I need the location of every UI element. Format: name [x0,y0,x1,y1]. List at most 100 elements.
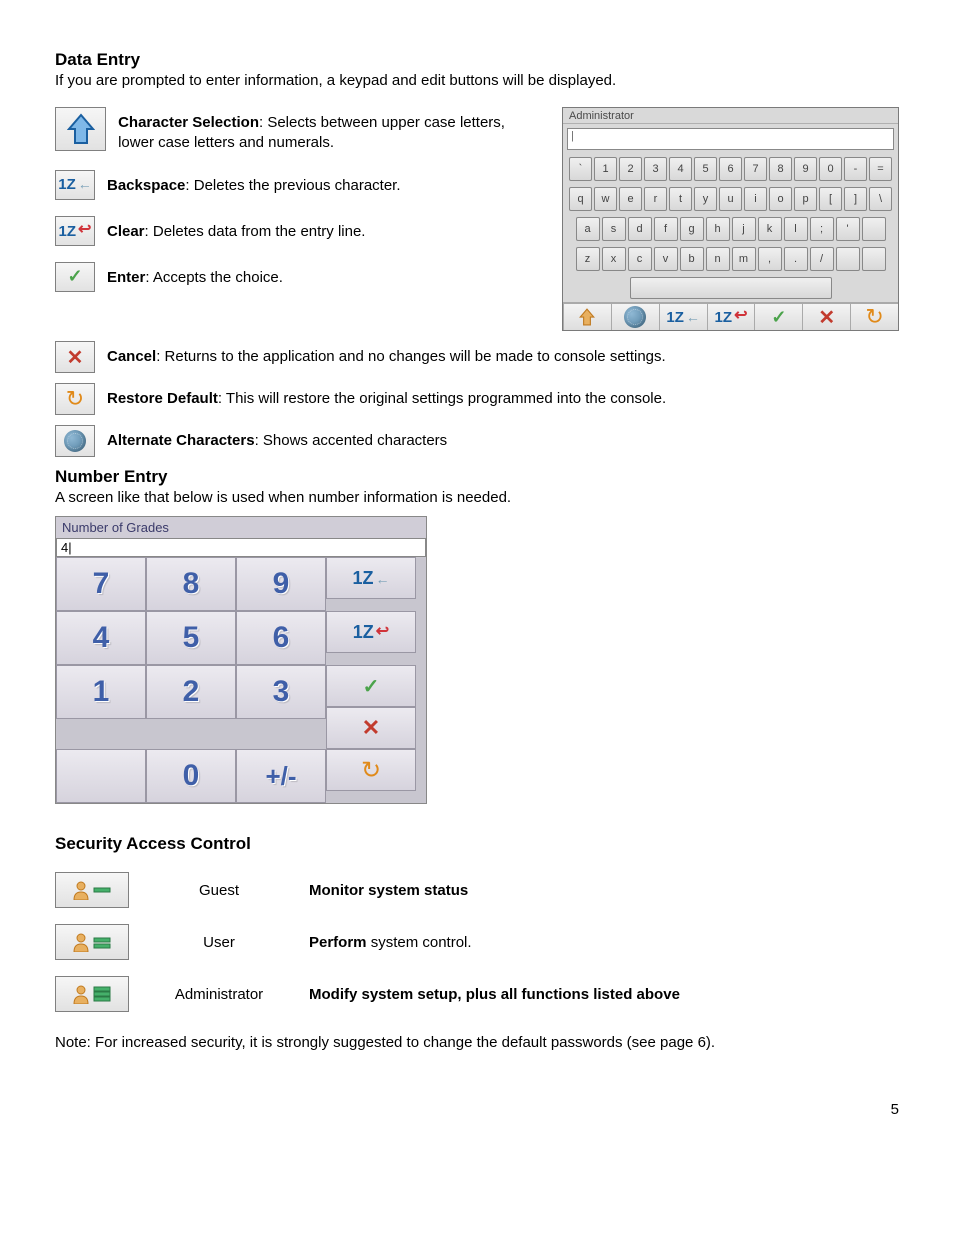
globe-icon [624,306,646,328]
kb-globe-button[interactable] [611,303,659,330]
keyboard-key[interactable]: h [706,217,730,241]
kb-shift-button[interactable] [563,303,611,330]
keyboard-key[interactable]: z [576,247,600,271]
numpad-key-7[interactable]: 7 [56,557,146,611]
kb-restore-button[interactable]: ↻ [850,303,898,330]
numpad-key-5[interactable]: 5 [146,611,236,665]
security-note: Note: For increased security, it is stro… [55,1034,899,1051]
numpad-title: Number of Grades [56,517,426,538]
restore-icon: ↻ [865,304,883,330]
alt-chars-button[interactable] [55,425,95,457]
keyboard-key[interactable] [836,247,860,271]
kb-clear-button[interactable]: 1Z [707,303,755,330]
clear-icon: 1Z [353,622,389,643]
spacebar-key[interactable] [630,277,832,299]
keyboard-key[interactable]: ; [810,217,834,241]
keyboard-key[interactable]: 1 [594,157,617,181]
keyboard-key[interactable]: x [602,247,626,271]
clear-icon: 1Z [59,221,92,241]
numpad-key-1[interactable]: 1 [56,665,146,719]
keyboard-key[interactable]: 7 [744,157,767,181]
keyboard-key[interactable]: f [654,217,678,241]
x-icon: ✕ [67,345,84,370]
numpad-input[interactable]: 4| [56,538,426,557]
numpad-clear[interactable]: 1Z [326,611,416,653]
keyboard-key[interactable]: y [694,187,717,211]
keyboard-key[interactable]: / [810,247,834,271]
restore-button[interactable]: ↻ [55,383,95,415]
keyboard-key[interactable]: o [769,187,792,211]
numpad-key-4[interactable]: 4 [56,611,146,665]
admin-role-label: Administrator [149,968,309,1020]
security-row-user: User Perform system control. [55,916,700,968]
numpad-cancel[interactable]: ✕ [326,707,416,749]
numpad-key-sign[interactable]: +/- [236,749,326,803]
keyboard-key[interactable]: ` [569,157,592,181]
keyboard-key[interactable]: ' [836,217,860,241]
keyboard-key[interactable]: p [794,187,817,211]
keyboard-key[interactable]: e [619,187,642,211]
keyboard-key[interactable]: w [594,187,617,211]
cancel-button[interactable]: ✕ [55,341,95,373]
numpad-key-3[interactable]: 3 [236,665,326,719]
keyboard-key[interactable]: d [628,217,652,241]
qwerty-input[interactable]: | [567,128,894,150]
keyboard-key[interactable]: j [732,217,756,241]
kb-cancel-button[interactable]: ✕ [802,303,850,330]
numpad-key-blank[interactable] [56,749,146,803]
keyboard-key[interactable]: 9 [794,157,817,181]
keyboard-key[interactable]: a [576,217,600,241]
keyboard-key[interactable]: r [644,187,667,211]
keyboard-key[interactable]: 3 [644,157,667,181]
enter-button[interactable]: ✓ [55,262,95,292]
numpad-key-9[interactable]: 9 [236,557,326,611]
keyboard-key[interactable]: 8 [769,157,792,181]
keyboard-key[interactable]: v [654,247,678,271]
keyboard-key[interactable]: q [569,187,592,211]
keyboard-key[interactable]: 5 [694,157,717,181]
clear-desc: Clear: Deletes data from the entry line. [107,216,365,242]
numpad-enter[interactable]: ✓ [326,665,416,707]
keyboard-key[interactable]: g [680,217,704,241]
keyboard-key[interactable]: = [869,157,892,181]
keyboard-key[interactable]: n [706,247,730,271]
keyboard-key[interactable]: 0 [819,157,842,181]
qwerty-row-2: qwertyuiop[]\ [563,184,898,214]
numpad-key-0[interactable]: 0 [146,749,236,803]
keyboard-key[interactable]: [ [819,187,842,211]
numpad-key-8[interactable]: 8 [146,557,236,611]
keyboard-key[interactable]: b [680,247,704,271]
keyboard-key[interactable] [862,217,886,241]
keyboard-key[interactable]: \ [869,187,892,211]
keyboard-key[interactable]: u [719,187,742,211]
kb-enter-button[interactable]: ✓ [754,303,802,330]
keyboard-key[interactable]: t [669,187,692,211]
keyboard-key[interactable]: 6 [719,157,742,181]
shift-up-arrow-icon [67,113,95,145]
backspace-button[interactable]: 1Z [55,170,95,200]
keyboard-key[interactable]: i [744,187,767,211]
keyboard-key[interactable]: l [784,217,808,241]
keyboard-key[interactable]: c [628,247,652,271]
char-select-button[interactable] [55,107,106,151]
keyboard-key[interactable] [862,247,886,271]
kb-backspace-button[interactable]: 1Z [659,303,707,330]
keyboard-key[interactable]: k [758,217,782,241]
keyboard-key[interactable]: m [732,247,756,271]
keyboard-key[interactable]: - [844,157,867,181]
keyboard-key[interactable]: , [758,247,782,271]
numpad-key-2[interactable]: 2 [146,665,236,719]
keyboard-key[interactable]: . [784,247,808,271]
keyboard-key[interactable]: 2 [619,157,642,181]
keyboard-key[interactable]: 4 [669,157,692,181]
numpad-backspace[interactable]: 1Z [326,557,416,599]
numpad-key-6[interactable]: 6 [236,611,326,665]
number-entry-intro: A screen like that below is used when nu… [55,489,899,506]
numpad-restore[interactable]: ↻ [326,749,416,791]
clear-button[interactable]: 1Z [55,216,95,246]
security-heading: Security Access Control [55,834,899,854]
keyboard-key[interactable]: ] [844,187,867,211]
keyboard-key[interactable]: s [602,217,626,241]
backspace-icon: 1Z [352,568,389,589]
qwerty-row-4: zxcvbnm,./ [563,244,898,274]
